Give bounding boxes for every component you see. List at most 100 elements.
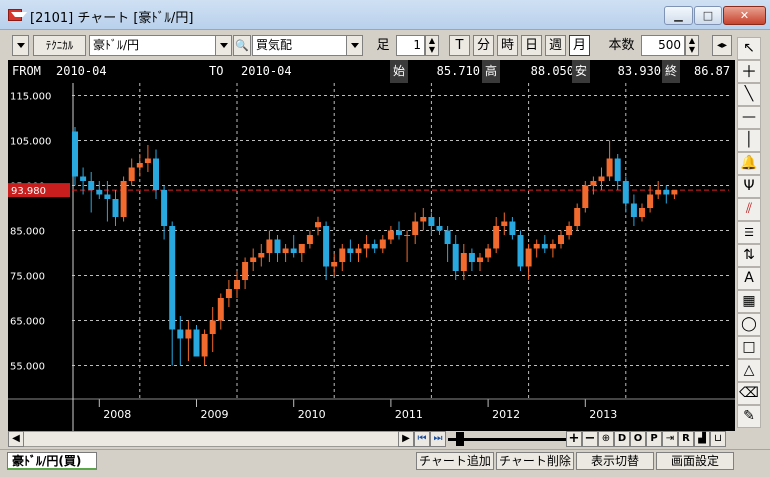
- candle-body: [517, 235, 524, 267]
- scroll-track[interactable]: [24, 431, 398, 447]
- candle-body: [96, 190, 103, 195]
- candle-body: [323, 226, 330, 267]
- scroll-right-icon: ▶: [402, 433, 410, 444]
- zoom-in-button[interactable]: +: [566, 431, 582, 447]
- candle-body: [347, 248, 354, 253]
- minimize-button[interactable]: ▁: [664, 6, 693, 25]
- p-button[interactable]: P: [646, 431, 662, 447]
- x-tick-label: 2009: [201, 408, 229, 421]
- maximize-button[interactable]: □: [694, 6, 722, 25]
- scroll-right-button[interactable]: ▶: [398, 431, 414, 447]
- high-value: 88.050: [530, 64, 574, 78]
- period-button-hour[interactable]: 時: [497, 35, 518, 56]
- jump-end-icon: ⏭: [433, 433, 443, 444]
- toolbar-scroll-arrows[interactable]: ◂▸: [712, 35, 732, 56]
- candle-body: [396, 230, 402, 235]
- parallel-channel-icon[interactable]: ⇅: [737, 244, 761, 267]
- add-chart-button[interactable]: チャート追加: [416, 452, 494, 470]
- delete-chart-button[interactable]: チャート削除: [496, 452, 574, 470]
- low-label: 安: [572, 60, 591, 83]
- tab-symbol-aud-jpy[interactable]: 豪ﾄﾞﾙ/円(買): [7, 452, 97, 470]
- rectangle-icon[interactable]: □: [737, 336, 761, 359]
- magnifier-icon: ⊕: [601, 433, 611, 444]
- candle-body: [485, 248, 492, 258]
- period-button-minute[interactable]: 分: [473, 35, 494, 56]
- candle-body: [436, 226, 443, 231]
- edit-pen-icon[interactable]: ✎: [737, 405, 761, 428]
- quote-type-dropdown-arrow-icon[interactable]: [346, 35, 363, 56]
- candle-body: [315, 222, 321, 228]
- d-button[interactable]: D: [614, 431, 630, 447]
- candle-body: [201, 334, 208, 357]
- zoom-slider[interactable]: [448, 432, 566, 446]
- period-button-day[interactable]: 日: [521, 35, 542, 56]
- screen-settings-button[interactable]: 画面設定: [656, 452, 734, 470]
- crosshair-icon[interactable]: ＋: [737, 60, 761, 83]
- scroll-left-icon: ◀: [12, 433, 20, 444]
- candle-body: [136, 163, 143, 168]
- chart-canvas[interactable]: 115.000105.00095.00085.00075.00065.00055…: [8, 83, 735, 431]
- ohlc-info-bar: FROM 2010-04 TO 2010-04 始 85.710 高 88.05…: [8, 60, 735, 83]
- from-label: FROM: [12, 64, 41, 78]
- r-button[interactable]: R: [678, 431, 694, 447]
- o-button[interactable]: O: [630, 431, 646, 447]
- ellipse-icon[interactable]: ◯: [737, 313, 761, 336]
- fibonacci-fan-icon[interactable]: ⫽: [737, 198, 761, 221]
- vertical-line-icon[interactable]: │: [737, 129, 761, 152]
- period-button-week[interactable]: 週: [545, 35, 566, 56]
- pitchfork-icon[interactable]: Ψ: [737, 175, 761, 198]
- grid-table-icon[interactable]: ▦: [737, 290, 761, 313]
- magnifier-button[interactable]: ⊕: [598, 431, 614, 447]
- search-button[interactable]: 🔍: [233, 35, 251, 56]
- technical-button[interactable]: ﾃｸﾆｶﾙ: [33, 35, 86, 56]
- ashi-spinner[interactable]: ▲ ▼: [425, 35, 439, 56]
- from-value: 2010-04: [56, 64, 107, 78]
- trendline-icon[interactable]: ╲: [737, 83, 761, 106]
- count-spinner[interactable]: ▲ ▼: [685, 35, 699, 56]
- to-value: 2010-04: [241, 64, 292, 78]
- jump-start-button[interactable]: ⏮: [414, 431, 430, 447]
- candle-body: [379, 239, 386, 249]
- horizontal-line-icon[interactable]: —: [737, 106, 761, 129]
- minimize-icon: ▁: [674, 9, 683, 22]
- zoom-slider-thumb[interactable]: [456, 432, 464, 446]
- zoom-slider-track: [448, 438, 566, 441]
- symbol-dropdown-arrow-icon[interactable]: [215, 35, 232, 56]
- close-button[interactable]: ✕: [723, 6, 766, 25]
- jump-end-button[interactable]: ⏭: [430, 431, 446, 447]
- cursor-arrow-icon[interactable]: ↖: [737, 37, 761, 60]
- quote-type-select[interactable]: 買気配: [252, 35, 347, 56]
- fibonacci-retracement-icon[interactable]: ☰: [737, 221, 761, 244]
- menu-dropdown-button[interactable]: [12, 35, 29, 56]
- scroll-left-button[interactable]: ◀: [8, 431, 24, 447]
- toggle-display-button[interactable]: 表示切替: [576, 452, 654, 470]
- count-input[interactable]: 500: [641, 35, 685, 56]
- candle-body: [452, 244, 459, 271]
- maximize-icon: □: [702, 9, 714, 22]
- candle-body: [331, 262, 338, 267]
- x-tick-label: 2013: [589, 408, 617, 421]
- candle-body: [387, 230, 394, 240]
- candle-body: [355, 248, 362, 253]
- candle-body: [104, 194, 111, 199]
- chart-scale-button[interactable]: ▟: [694, 431, 710, 447]
- ashi-input[interactable]: 1: [396, 35, 425, 56]
- eraser-icon[interactable]: ⌫: [737, 382, 761, 405]
- candle-body: [185, 329, 192, 339]
- triangle-icon[interactable]: △: [737, 359, 761, 382]
- candle-body: [177, 329, 184, 339]
- candle-body: [72, 131, 78, 177]
- candle-body: [582, 185, 589, 208]
- candle-body: [298, 244, 305, 253]
- period-button-tick[interactable]: T: [449, 35, 470, 56]
- period-button-month[interactable]: 月: [569, 35, 590, 56]
- goto-latest-button[interactable]: ⇥: [662, 431, 678, 447]
- candlestick-chart[interactable]: 115.000105.00095.00085.00075.00065.00055…: [8, 83, 735, 431]
- window-fit-button[interactable]: ⊔: [710, 431, 726, 447]
- symbol-select[interactable]: 豪ﾄﾞﾙ/円: [89, 35, 216, 56]
- zoom-out-button[interactable]: −: [582, 431, 598, 447]
- candle-body: [655, 190, 662, 195]
- candle-body: [225, 289, 232, 298]
- text-tool-icon[interactable]: A: [737, 267, 761, 290]
- alarm-bell-icon[interactable]: 🔔: [737, 152, 761, 175]
